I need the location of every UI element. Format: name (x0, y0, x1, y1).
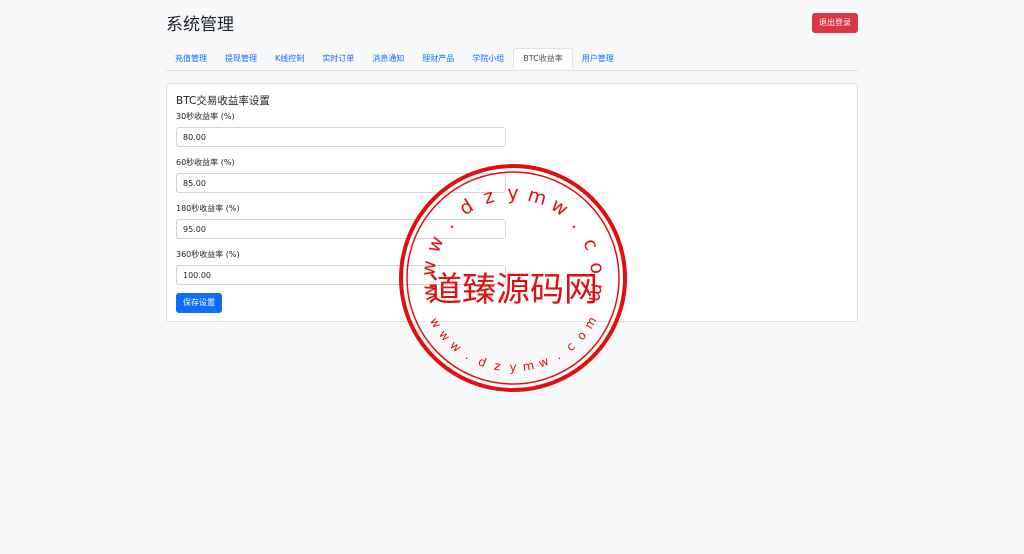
field-label-60s: 60秒收益率 (%) (176, 158, 235, 167)
yield-180s-input[interactable] (176, 219, 506, 239)
tab-withdraw[interactable]: 提现管理 (216, 48, 266, 69)
seal-ring-char: d (476, 354, 488, 370)
save-settings-button[interactable]: 保存设置 (176, 293, 222, 313)
card-title: BTC交易收益率设置 (176, 95, 270, 107)
logout-button[interactable]: 退出登录 (812, 13, 858, 33)
seal-ring-char: c (564, 339, 578, 354)
seal-ring-char: . (463, 348, 473, 362)
page-title: 系统管理 (166, 15, 234, 35)
field-label-360s: 360秒收益率 (%) (176, 250, 240, 259)
seal-ring-text-bottom: www. d z y m w .com (427, 314, 599, 374)
tab-academy-group[interactable]: 学院小组 (463, 48, 513, 69)
seal-ring-char: . (553, 348, 563, 362)
yield-30s-input[interactable] (176, 127, 506, 147)
settings-card: BTC交易收益率设置 30秒收益率 (%) 60秒收益率 (%) 180秒收益率… (166, 83, 858, 322)
seal-ring-char: w (436, 327, 453, 344)
seal-ring-char: z (493, 359, 502, 374)
tab-orders[interactable]: 实时订单 (313, 48, 363, 69)
tab-users[interactable]: 用户管理 (573, 48, 623, 69)
main-container: 系统管理 退出登录 充值管理 提现管理 K线控制 实时订单 消息通知 理财产品 … (166, 0, 858, 322)
field-label-30s: 30秒收益率 (%) (176, 112, 235, 121)
seal-ring-char: m (522, 358, 536, 374)
yield-60s-input[interactable] (176, 173, 506, 193)
header: 系统管理 退出登录 (166, 0, 858, 44)
tab-notifications[interactable]: 消息通知 (363, 48, 413, 69)
tab-kline[interactable]: K线控制 (266, 48, 313, 69)
seal-ring-char: w (537, 354, 551, 371)
seal-ring-char: w (447, 338, 464, 355)
yield-360s-input[interactable] (176, 265, 506, 285)
field-label-180s: 180秒收益率 (%) (176, 204, 240, 213)
tab-recharge[interactable]: 充值管理 (166, 48, 216, 69)
tab-finance-products[interactable]: 理财产品 (413, 48, 463, 69)
nav-tabs: 充值管理 提现管理 K线控制 实时订单 消息通知 理财产品 学院小组 BTC收益… (166, 48, 858, 71)
tab-btc-yield[interactable]: BTC收益率 (513, 48, 573, 69)
seal-ring-char: y (509, 361, 516, 375)
seal-ring-char: o (574, 328, 589, 343)
